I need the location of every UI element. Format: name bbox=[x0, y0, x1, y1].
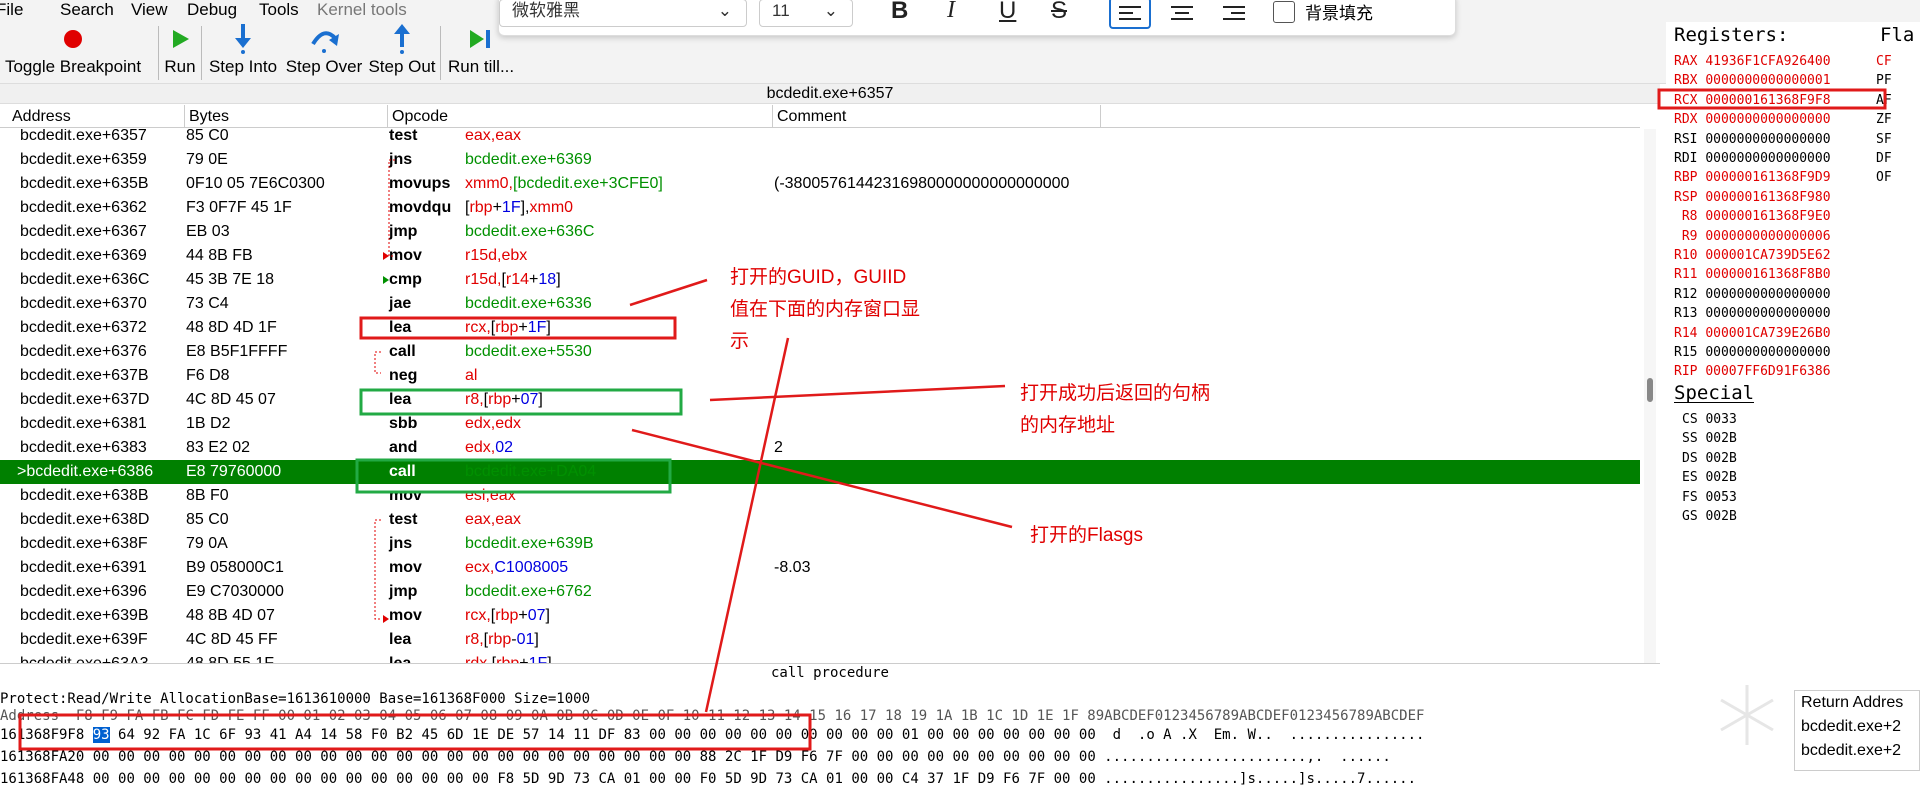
disasm-view[interactable]: bcdedit.exe+6357 85 C0 test eax,eax bcdedit.… bbox=[0, 129, 1640, 663]
play-icon bbox=[162, 22, 198, 56]
register-r10[interactable]: R10 000001CA739D5E62 bbox=[1674, 246, 1831, 265]
menu-search[interactable]: Search bbox=[60, 0, 114, 20]
underline-icon[interactable]: U bbox=[999, 0, 1016, 25]
return-title: Return Addres bbox=[1801, 694, 1904, 711]
register-rsp[interactable]: RSP 000000161368F980 bbox=[1674, 188, 1831, 207]
registers-title: Registers: bbox=[1674, 24, 1789, 46]
chevron-down-icon: ⌄ bbox=[823, 1, 838, 20]
register-rbx[interactable]: RBX 0000000000000001 bbox=[1674, 71, 1831, 90]
segment-fs[interactable]: FS 0053 bbox=[1682, 488, 1737, 507]
flag-pf[interactable]: PF bbox=[1876, 71, 1892, 90]
bg-fill-checkbox[interactable] bbox=[1273, 1, 1295, 23]
selected-byte[interactable]: 93 bbox=[92, 727, 110, 743]
segment-cs[interactable]: CS 0033 bbox=[1682, 410, 1737, 429]
bold-icon[interactable]: B bbox=[891, 0, 908, 25]
italic-icon[interactable]: I bbox=[947, 0, 955, 24]
return-item[interactable]: bcdedit.exe+2 bbox=[1795, 739, 1919, 763]
strikethrough-icon[interactable]: S bbox=[1051, 0, 1067, 25]
register-r13[interactable]: R13 0000000000000000 bbox=[1674, 304, 1831, 323]
col-opcode[interactable]: Opcode bbox=[388, 105, 773, 128]
memory-row[interactable]: 161368FA20 00 00 00 00 00 00 00 00 00 00… bbox=[0, 746, 1660, 768]
register-rsi[interactable]: RSI 0000000000000000 bbox=[1674, 130, 1831, 149]
disasm-header: Address Bytes Opcode Comment bbox=[0, 105, 1640, 128]
segment-ds[interactable]: DS 002B bbox=[1682, 449, 1737, 468]
menu-debug[interactable]: Debug bbox=[187, 0, 237, 20]
col-address[interactable]: Address bbox=[8, 105, 185, 128]
register-rcx[interactable]: RCX 000000161368F9F8 bbox=[1674, 91, 1831, 110]
col-comment[interactable]: Comment bbox=[773, 105, 1101, 128]
step-over-button[interactable]: Step Over bbox=[284, 22, 364, 84]
align-right-icon[interactable] bbox=[1215, 0, 1253, 32]
step-into-icon bbox=[205, 22, 281, 56]
register-rip[interactable]: RIP 00007FF6D91F6386 bbox=[1674, 362, 1831, 381]
font-size-select[interactable]: 11 ⌄ bbox=[759, 0, 853, 27]
status-text: call procedure bbox=[0, 663, 1660, 681]
font-select[interactable]: 微软雅黑 ⌄ bbox=[499, 0, 747, 27]
return-address-panel: Return Addres bcdedit.exe+2 bcdedit.exe+… bbox=[1794, 690, 1920, 771]
align-left-icon bbox=[1119, 6, 1141, 20]
flag-of[interactable]: OF bbox=[1876, 168, 1892, 187]
align-left-button[interactable] bbox=[1109, 0, 1151, 29]
annotation-guid: 打开的GUID，GUIID 值在下面的内存窗口显 示 bbox=[730, 267, 921, 352]
register-rax[interactable]: RAX 41936F1CFA926400 bbox=[1674, 52, 1831, 71]
register-r14[interactable]: R14 000001CA739E26B0 bbox=[1674, 324, 1831, 343]
segment-gs[interactable]: GS 002B bbox=[1682, 507, 1737, 526]
snowflake-icon bbox=[1720, 685, 1774, 745]
flag-sf[interactable]: SF bbox=[1876, 130, 1892, 149]
memory-info: Protect:Read/Write AllocationBase=161361… bbox=[0, 689, 1660, 709]
register-r15[interactable]: R15 0000000000000000 bbox=[1674, 343, 1831, 362]
annotation-flags: 打开的Flasgs bbox=[1030, 525, 1143, 546]
flag-cf[interactable]: CF bbox=[1876, 52, 1892, 71]
flag-zf[interactable]: ZF bbox=[1876, 110, 1892, 129]
register-r8[interactable]: R8 000000161368F9E0 bbox=[1674, 207, 1831, 226]
memory-header: Address F8 F9 FA FB FC FD FE FF 00 01 02… bbox=[0, 708, 1425, 724]
disasm-title: bcdedit.exe+6357 bbox=[0, 84, 1660, 104]
memory-row[interactable]: 161368F9F8 93 64 92 FA 1C 6F 93 41 A4 14… bbox=[0, 724, 1660, 746]
breakpoint-icon bbox=[0, 22, 154, 56]
flag-df[interactable]: DF bbox=[1876, 149, 1892, 168]
toggle-breakpoint-button[interactable]: Toggle Breakpoint bbox=[0, 22, 154, 84]
run-button[interactable]: Run bbox=[162, 22, 198, 84]
scrollbar-thumb[interactable] bbox=[1647, 378, 1653, 402]
jump-arrows bbox=[374, 159, 395, 623]
align-center-icon[interactable] bbox=[1163, 0, 1201, 32]
registers-panel: Registers: Fla RAX 41936F1CFA926400 RBX 0… bbox=[1666, 22, 1920, 702]
step-over-icon bbox=[284, 22, 364, 56]
register-r12[interactable]: R12 0000000000000000 bbox=[1674, 285, 1831, 304]
register-r9[interactable]: R9 0000000000000006 bbox=[1674, 227, 1831, 246]
format-toolbar: 微软雅黑 ⌄ 11 ⌄ B I U S 背景填充 bbox=[498, 0, 1456, 36]
return-item[interactable]: bcdedit.exe+2 bbox=[1795, 715, 1919, 739]
register-rbp[interactable]: RBP 000000161368F9D9 bbox=[1674, 168, 1831, 187]
annotation-handle: 打开成功后返回的句柄 的内存地址 bbox=[1020, 383, 1211, 436]
step-out-button[interactable]: Step Out bbox=[367, 22, 437, 84]
col-bytes[interactable]: Bytes bbox=[185, 105, 388, 128]
register-rdx[interactable]: RDX 0000000000000000 bbox=[1674, 110, 1831, 129]
register-rdi[interactable]: RDI 0000000000000000 bbox=[1674, 149, 1831, 168]
segment-ss[interactable]: SS 002B bbox=[1682, 429, 1737, 448]
chevron-down-icon: ⌄ bbox=[717, 1, 732, 20]
menu-tools[interactable]: Tools bbox=[259, 0, 299, 20]
menu-view[interactable]: View bbox=[131, 0, 168, 20]
step-out-icon bbox=[367, 22, 437, 56]
segment-es[interactable]: ES 002B bbox=[1682, 468, 1737, 487]
special-title: Special bbox=[1674, 382, 1755, 404]
menu-file[interactable]: File bbox=[0, 0, 23, 20]
menu-kernel-tools[interactable]: Kernel tools bbox=[317, 0, 407, 20]
step-into-button[interactable]: Step Into bbox=[205, 22, 281, 84]
flag-af[interactable]: AF bbox=[1876, 91, 1892, 110]
memory-row[interactable]: 161368FA48 00 00 00 00 00 00 00 00 00 00… bbox=[0, 768, 1660, 790]
bg-fill-label: 背景填充 bbox=[1305, 4, 1373, 23]
flags-title: Fla bbox=[1880, 24, 1915, 46]
register-r11[interactable]: R11 000000161368F8B0 bbox=[1674, 265, 1831, 284]
